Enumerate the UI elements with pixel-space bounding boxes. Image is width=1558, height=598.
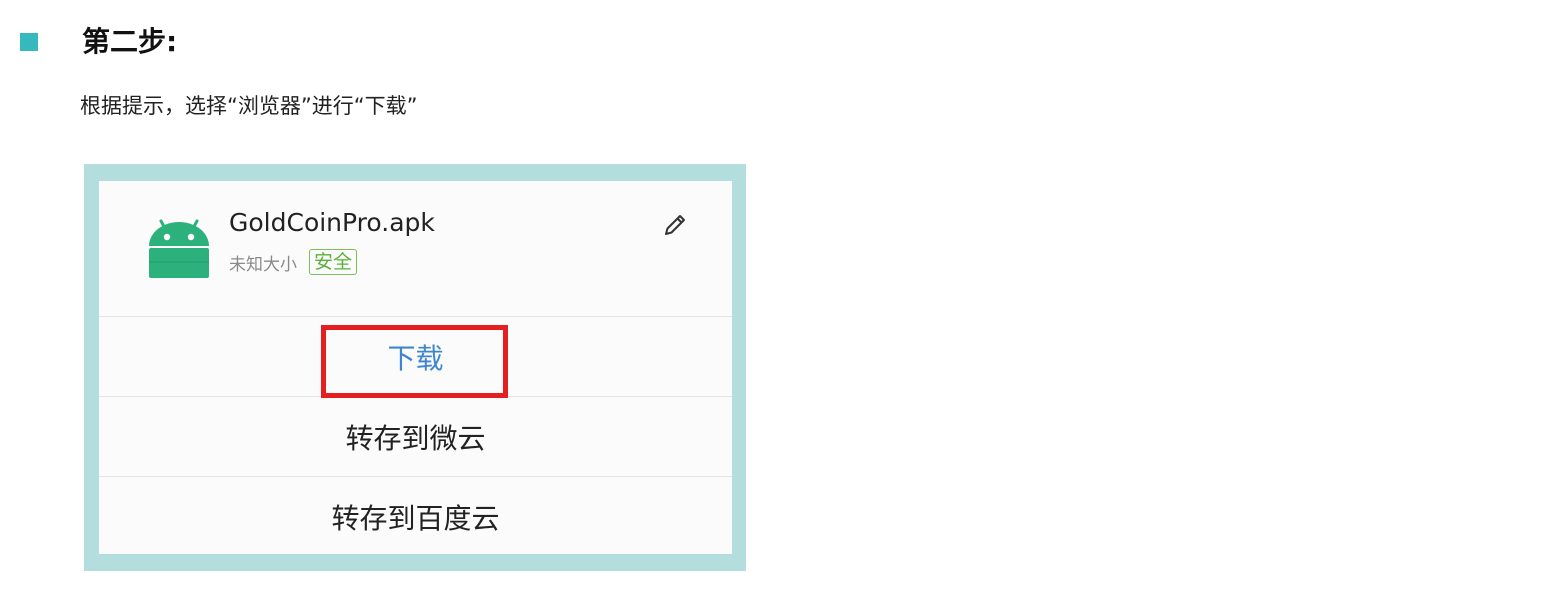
bullet-square-icon — [20, 33, 38, 51]
android-icon — [149, 219, 209, 278]
step-title: 第二步: — [82, 25, 178, 58]
screenshot-frame: GoldCoinPro.apk 未知大小 安全 下载 转存到微云 转存到百度云 — [84, 164, 746, 571]
safe-badge: 安全 — [309, 249, 358, 275]
save-to-baidu-cloud-label: 转存到百度云 — [331, 501, 500, 535]
file-header: GoldCoinPro.apk 未知大小 安全 — [99, 181, 732, 317]
file-meta: 未知大小 安全 — [229, 248, 358, 276]
save-to-weiyun-button[interactable]: 转存到微云 — [99, 397, 732, 477]
save-to-weiyun-label: 转存到微云 — [345, 421, 486, 455]
instruction-text: 根据提示，选择“浏览器”进行“下载” — [80, 94, 418, 118]
download-button[interactable]: 下载 — [99, 317, 732, 397]
pencil-icon[interactable] — [661, 211, 689, 239]
file-name: GoldCoinPro.apk — [229, 208, 435, 237]
download-label: 下载 — [387, 341, 444, 375]
file-size: 未知大小 — [229, 254, 297, 275]
save-to-baidu-cloud-button[interactable]: 转存到百度云 — [99, 477, 732, 556]
download-sheet: GoldCoinPro.apk 未知大小 安全 下载 转存到微云 转存到百度云 — [99, 181, 732, 554]
